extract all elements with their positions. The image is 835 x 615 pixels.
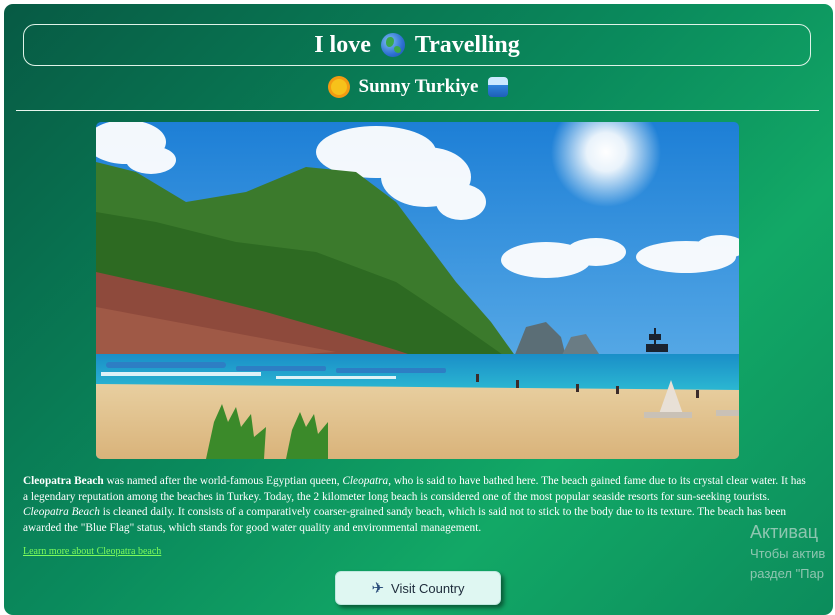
title-text-end: Travelling [414,31,520,58]
content-card: I love Travelling Sunny Turkiye Cleopatr… [4,4,833,615]
watermark-line-2: раздел "Пар [750,566,824,581]
airplane-icon: ✈ [371,580,385,597]
beach-name-italic: Cleopatra Beach [23,506,100,518]
subtitle-text: Sunny Turkiye [358,76,479,97]
activation-watermark: Активац Чтобы актив раздел "Пар [750,520,825,584]
globe-icon [380,33,405,57]
article-text-1: was named after the world-famous Egyptia… [103,475,343,487]
visit-country-button[interactable]: ✈ Visit Country [335,571,501,605]
sun-icon [330,79,347,95]
watermark-title: Активац [750,522,819,542]
visit-country-label: Visit Country [391,580,465,596]
article-description: Cleopatra Beach was named after the worl… [23,474,809,536]
page-title: I love Travelling [23,24,811,66]
learn-more-link[interactable]: Learn more about Cleopatra beach [23,546,161,557]
beach-photo [96,122,739,459]
queen-name: Cleopatra [342,475,389,487]
wave-icon [488,77,509,97]
title-text-start: I love [314,31,371,58]
divider [16,110,819,111]
page-subtitle: Sunny Turkiye [4,76,833,98]
article-text-3: is cleaned daily. It consists of a compa… [23,506,787,534]
beach-name: Cleopatra Beach [23,475,104,487]
watermark-line-1: Чтобы актив [750,546,826,561]
